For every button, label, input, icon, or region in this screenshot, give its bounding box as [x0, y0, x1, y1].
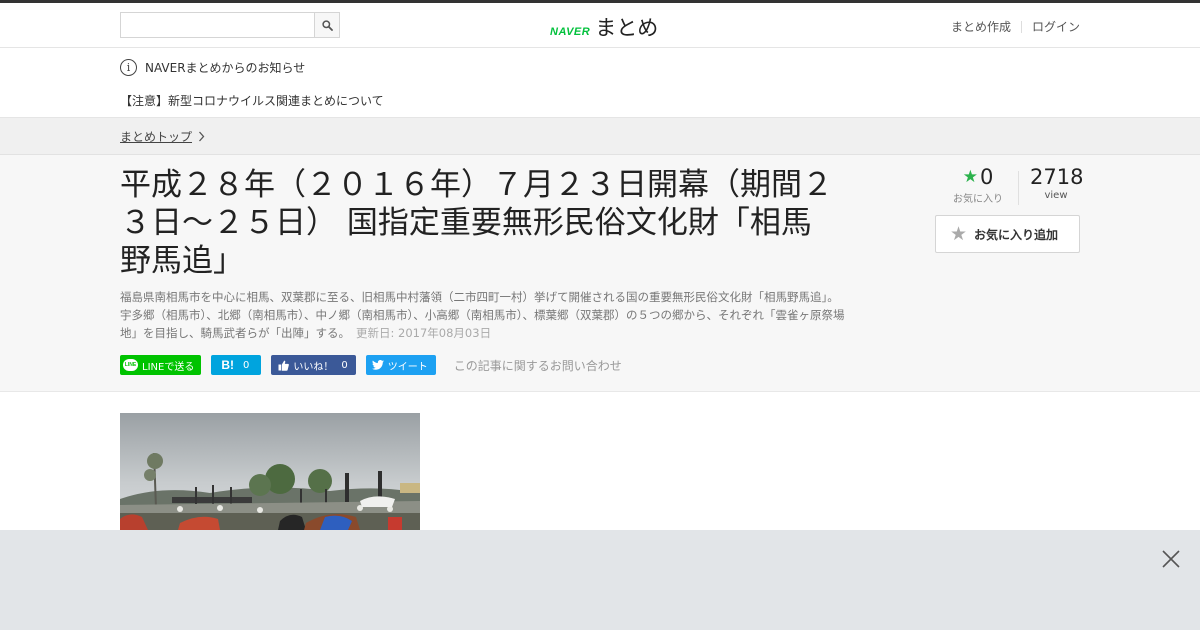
article-photo: [120, 413, 420, 530]
chevron-right-icon: [198, 131, 205, 142]
info-icon: i: [120, 59, 137, 76]
thumbs-up-icon: [278, 360, 290, 371]
favorites-count-row: ★ 0: [950, 165, 1006, 189]
search-icon: [321, 19, 333, 31]
stats-divider: [1018, 171, 1019, 205]
close-icon[interactable]: [1161, 549, 1181, 569]
notice-item-link[interactable]: 【注意】新型コロナウイルス関連まとめについて: [120, 92, 384, 109]
favorites-count: 0: [979, 165, 994, 189]
facebook-like-button[interactable]: いいね！ 0: [271, 355, 356, 375]
login-link[interactable]: ログイン: [1032, 18, 1080, 35]
breadcrumb-label: まとめトップ: [120, 130, 193, 144]
search-button[interactable]: [314, 13, 339, 37]
site-header: NAVER まとめ まとめ作成 ログイン: [0, 3, 1200, 48]
updated-date: 更新日: 2017年08月03日: [356, 326, 492, 340]
contact-link[interactable]: この記事に関するお問い合わせ: [454, 357, 622, 374]
notice-title: NAVERまとめからのお知らせ: [145, 61, 306, 75]
header-links: まとめ作成 ログイン: [951, 18, 1080, 35]
search-box: [120, 12, 340, 38]
header-divider: [1020, 20, 1022, 33]
article-title: 平成２８年（２０１６年）７月２３日開幕（期間２３日～２５日） 国指定重要無形民俗…: [120, 167, 833, 279]
logo-name: まとめ: [595, 16, 659, 40]
hatena-bookmark-button[interactable]: B! 0: [211, 355, 262, 375]
facebook-like-count: 0: [341, 359, 348, 371]
line-share-button[interactable]: LINE LINEで送る: [120, 355, 202, 375]
line-share-label: LINEで送る: [142, 361, 195, 373]
favorites-label: お気に入り: [953, 194, 1003, 205]
notice-heading: i NAVERまとめからのお知らせ: [120, 59, 305, 76]
ad-banner: [0, 530, 1200, 630]
notice-section: i NAVERまとめからのお知らせ 【注意】新型コロナウイルス関連まとめについて: [0, 48, 1200, 118]
share-row: LINE LINEで送る B! 0 いいね！ 0 ツイート この記事に関するお問…: [120, 355, 622, 375]
favorites-stat: ★ 0 お気に入り: [950, 165, 1006, 205]
facebook-like-label: いいね！: [293, 361, 334, 373]
add-favorite-label: お気に入り追加: [974, 227, 1059, 242]
article-description: 福島県南相馬市を中心に相馬、双葉郡に至る、旧相馬中村藩領（二市四町一村）挙げて開…: [120, 288, 845, 342]
view-count: 2718: [1030, 165, 1084, 189]
logo-brand: NAVER: [550, 26, 591, 38]
tweet-button[interactable]: ツイート: [365, 355, 436, 375]
line-icon: LINE: [123, 359, 138, 371]
hatena-icon: B!: [221, 358, 234, 372]
search-input[interactable]: [121, 13, 315, 37]
create-matome-link[interactable]: まとめ作成: [951, 18, 1011, 35]
twitter-bird-icon: [371, 360, 384, 370]
star-icon: ★: [950, 223, 968, 245]
breadcrumb: まとめトップ: [0, 118, 1200, 155]
tweet-label: ツイート: [387, 361, 428, 373]
star-icon: ★: [962, 167, 978, 187]
article-header: 平成２８年（２０１６年）７月２３日開幕（期間２３日～２５日） 国指定重要無形民俗…: [0, 155, 1200, 392]
views-stat: 2718 view: [1030, 165, 1084, 201]
add-favorite-button[interactable]: ★ お気に入り追加: [935, 215, 1080, 253]
breadcrumb-top-link[interactable]: まとめトップ: [120, 128, 205, 145]
view-label: view: [1044, 190, 1068, 201]
site-logo[interactable]: NAVER まとめ: [550, 12, 658, 42]
hatena-count: 0: [243, 359, 250, 371]
